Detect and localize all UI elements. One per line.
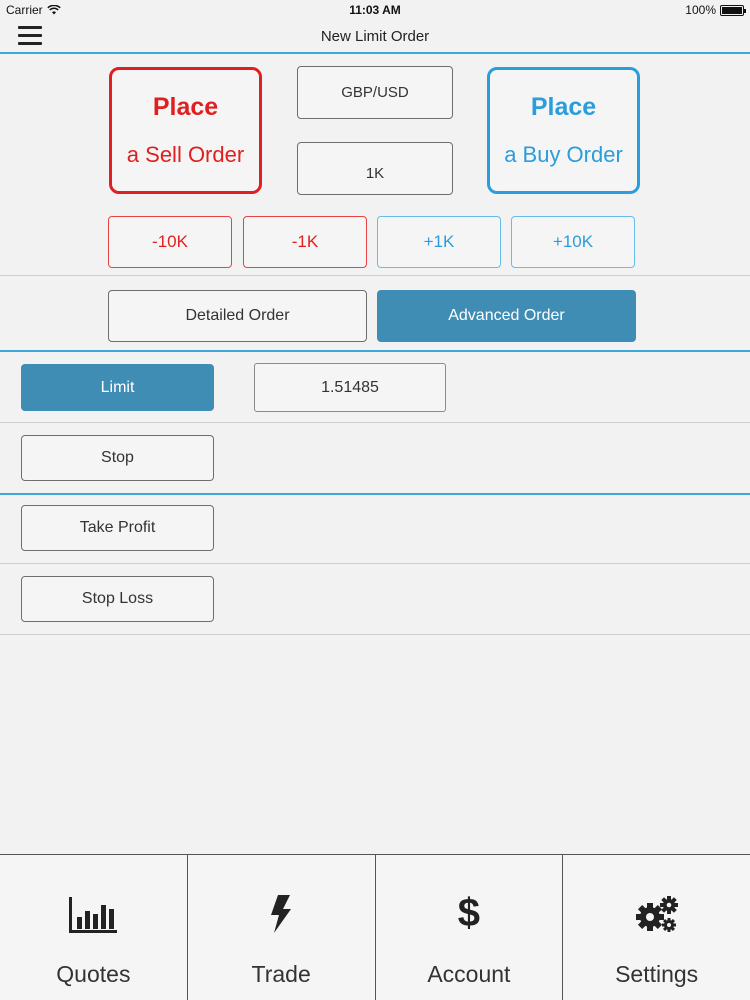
battery-indicator: 100% — [685, 3, 746, 17]
tab-trade-label: Trade — [251, 961, 311, 987]
nav-bar: New Limit Order — [0, 20, 750, 53]
stop-loss-button[interactable]: Stop Loss — [21, 576, 214, 622]
divider — [0, 634, 750, 635]
sell-button-line2: a Sell Order — [126, 142, 245, 167]
instrument-value: GBP/USD — [341, 84, 409, 101]
clock: 11:03 AM — [349, 3, 401, 17]
instrument-selector[interactable]: GBP/USD — [297, 66, 453, 119]
plus-10k-button[interactable]: +10K — [511, 216, 635, 268]
battery-icon — [720, 4, 746, 16]
minus-10k-button[interactable]: -10K — [108, 216, 232, 268]
tab-bar: Quotes Trade $ Account Settings — [0, 854, 750, 1000]
dollar-icon: $ — [457, 891, 480, 935]
amount-value: 1K — [365, 165, 385, 182]
tab-quotes-label: Quotes — [56, 961, 131, 987]
divider — [0, 422, 750, 423]
limit-button[interactable]: Limit — [21, 364, 214, 411]
place-buy-order-button[interactable]: Place a Buy Order — [487, 67, 640, 194]
amount-field[interactable]: 1K — [297, 142, 453, 195]
section-divider — [0, 350, 750, 352]
divider — [0, 563, 750, 564]
gears-icon — [635, 887, 679, 933]
lightning-icon — [270, 887, 292, 933]
take-profit-button[interactable]: Take Profit — [21, 505, 214, 551]
header-divider — [0, 52, 750, 54]
page-title: New Limit Order — [320, 28, 430, 45]
tab-settings[interactable]: Settings — [563, 855, 750, 1000]
minus-1k-button[interactable]: -1K — [243, 216, 367, 268]
buy-button-line1: Place — [530, 93, 597, 121]
stop-button[interactable]: Stop — [21, 435, 214, 481]
tab-account-label: Account — [427, 961, 511, 987]
status-bar: Carrier 11:03 AM 100% — [0, 0, 750, 20]
limit-price-field[interactable]: 1.51485 — [254, 363, 446, 412]
bar-chart-icon — [69, 887, 118, 933]
tab-settings-label: Settings — [615, 961, 699, 987]
limit-price-value: 1.51485 — [321, 378, 379, 396]
section-divider — [0, 493, 750, 495]
sell-button-line1: Place — [152, 93, 219, 121]
tab-quotes[interactable]: Quotes — [0, 855, 188, 1000]
place-sell-order-button[interactable]: Place a Sell Order — [109, 67, 262, 194]
tab-trade[interactable]: Trade — [187, 855, 376, 1000]
battery-percent: 100% — [685, 3, 716, 17]
plus-1k-button[interactable]: +1K — [377, 216, 501, 268]
detailed-order-button[interactable]: Detailed Order — [108, 290, 367, 342]
buy-button-line2: a Buy Order — [504, 142, 623, 167]
advanced-order-button[interactable]: Advanced Order — [377, 290, 636, 342]
tab-account[interactable]: $ Account — [375, 855, 564, 1000]
divider — [0, 275, 750, 276]
